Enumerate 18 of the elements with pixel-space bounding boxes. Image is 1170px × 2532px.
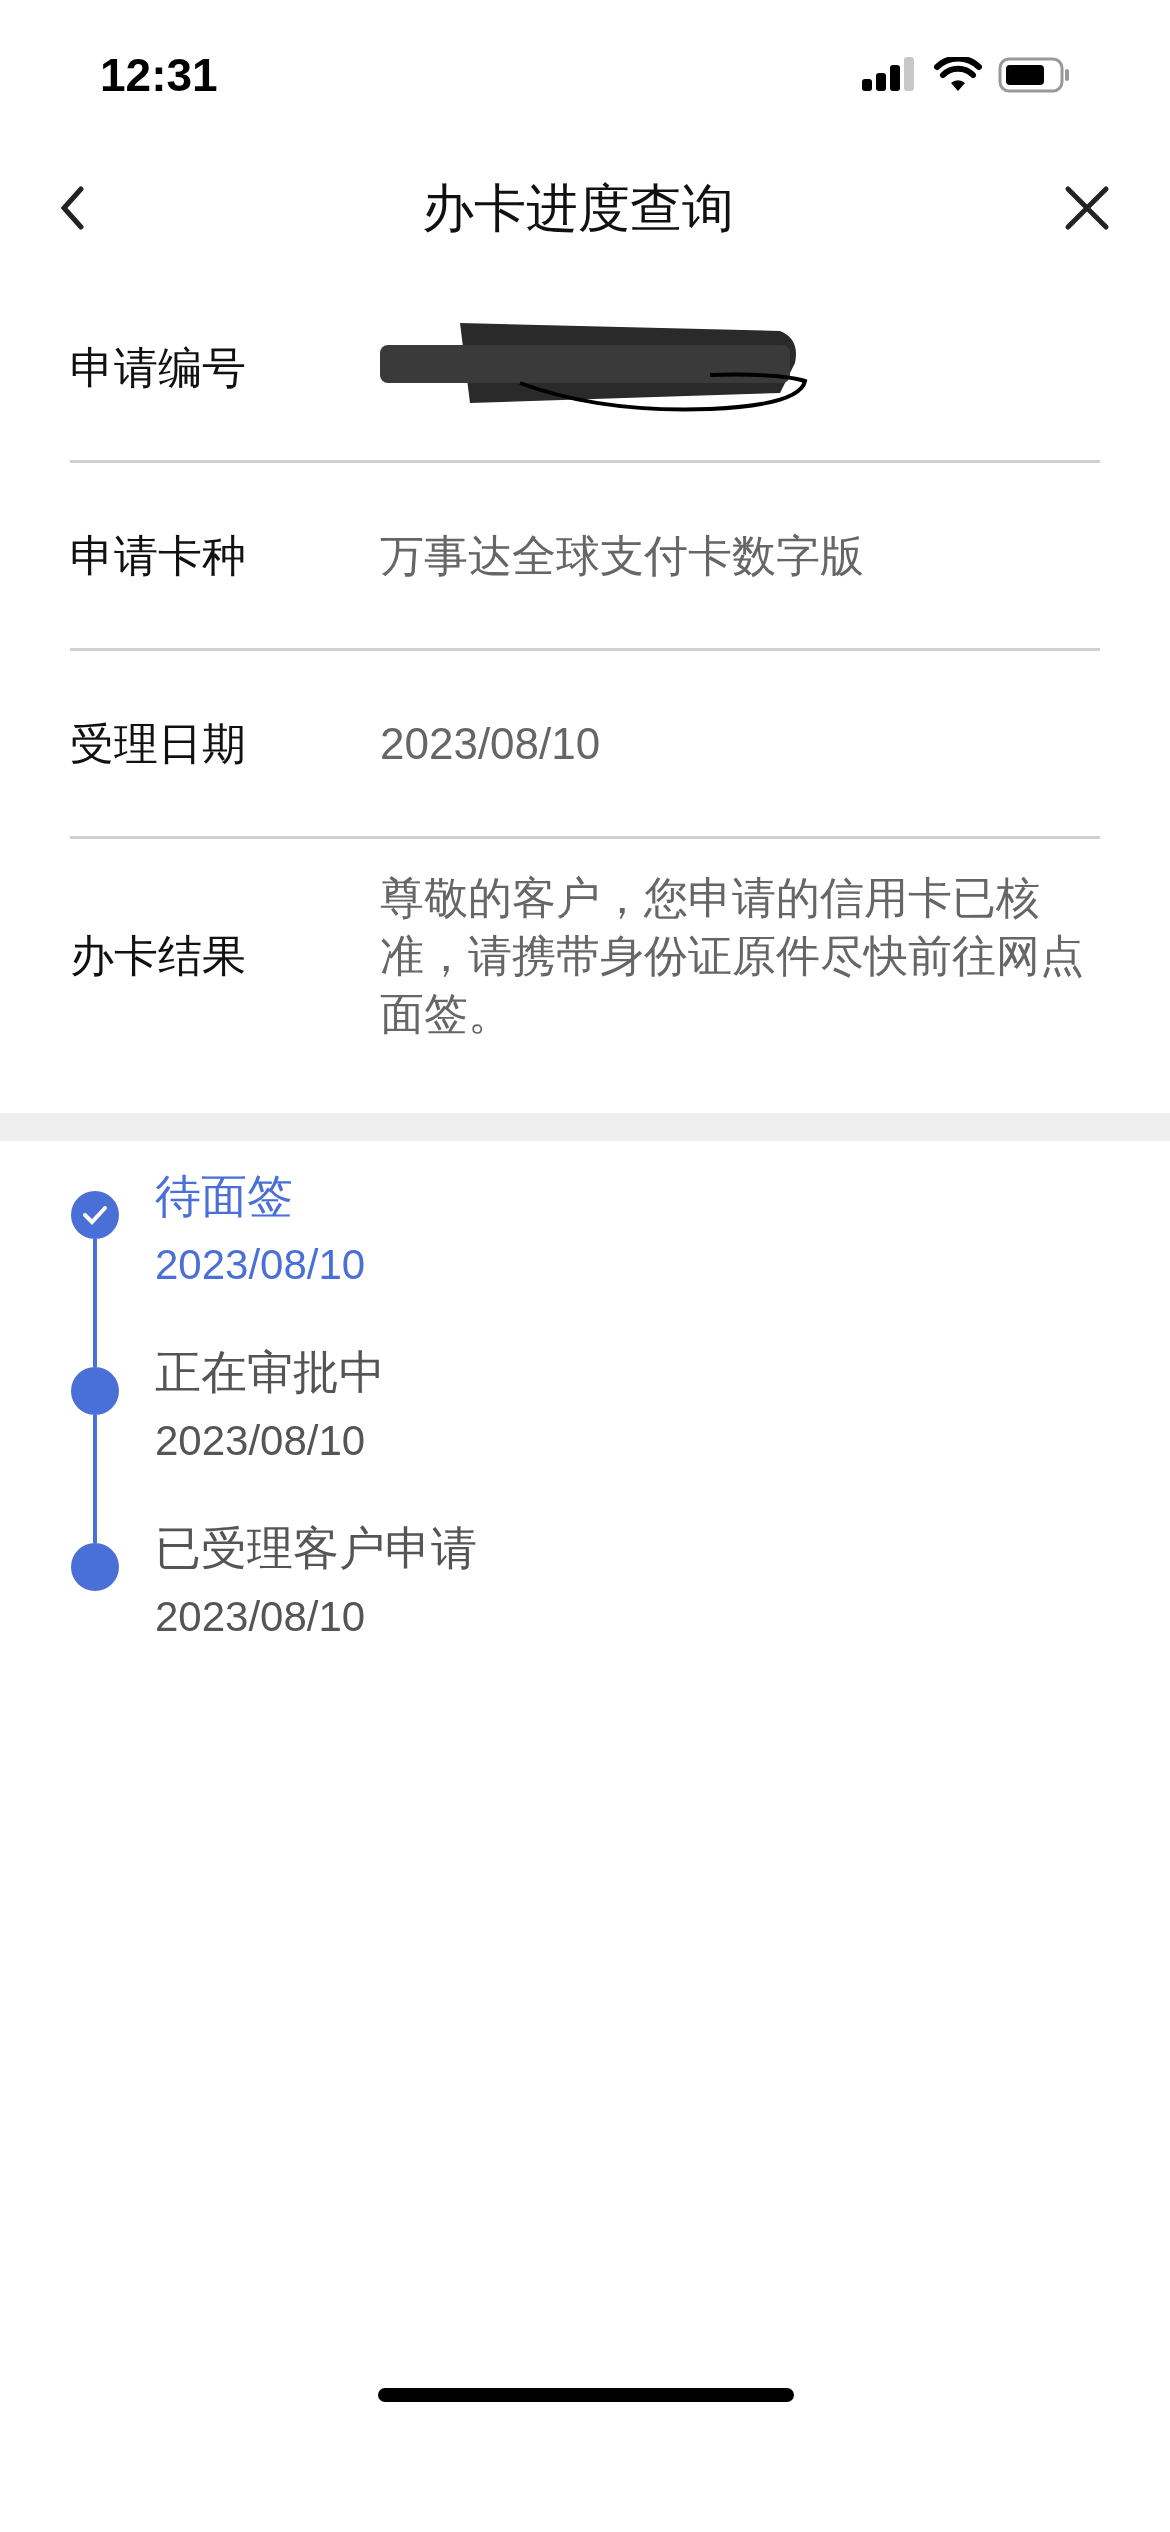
- field-value: 万事达全球支付卡数字版: [380, 529, 865, 582]
- step-title: 正在审批中: [155, 1345, 385, 1400]
- page-title: 办卡进度查询: [422, 177, 734, 239]
- field-label: 受理日期: [70, 717, 247, 770]
- field-label: 办卡结果: [70, 930, 247, 982]
- battery-icon: [998, 57, 1070, 93]
- step-date: 2023/08/10: [155, 1240, 366, 1290]
- status-time: 12:31: [100, 47, 218, 103]
- field-label: 申请编号: [70, 341, 247, 394]
- step-title: 已受理客户申请: [155, 1521, 477, 1576]
- step-date: 2023/08/10: [155, 1416, 367, 1466]
- field-value: 2023/08/10: [380, 717, 602, 770]
- step-title: 待面签: [155, 1169, 294, 1224]
- field-label: 申请卡种: [70, 529, 247, 582]
- field-value: 尊敬的客户，您申请的信用卡已核准，请携带身份证原件尽快前往网点面签。: [380, 872, 1085, 1040]
- wifi-icon: [934, 57, 982, 93]
- step-date: 2023/08/10: [155, 1592, 367, 1642]
- close-button[interactable]: [1064, 184, 1110, 231]
